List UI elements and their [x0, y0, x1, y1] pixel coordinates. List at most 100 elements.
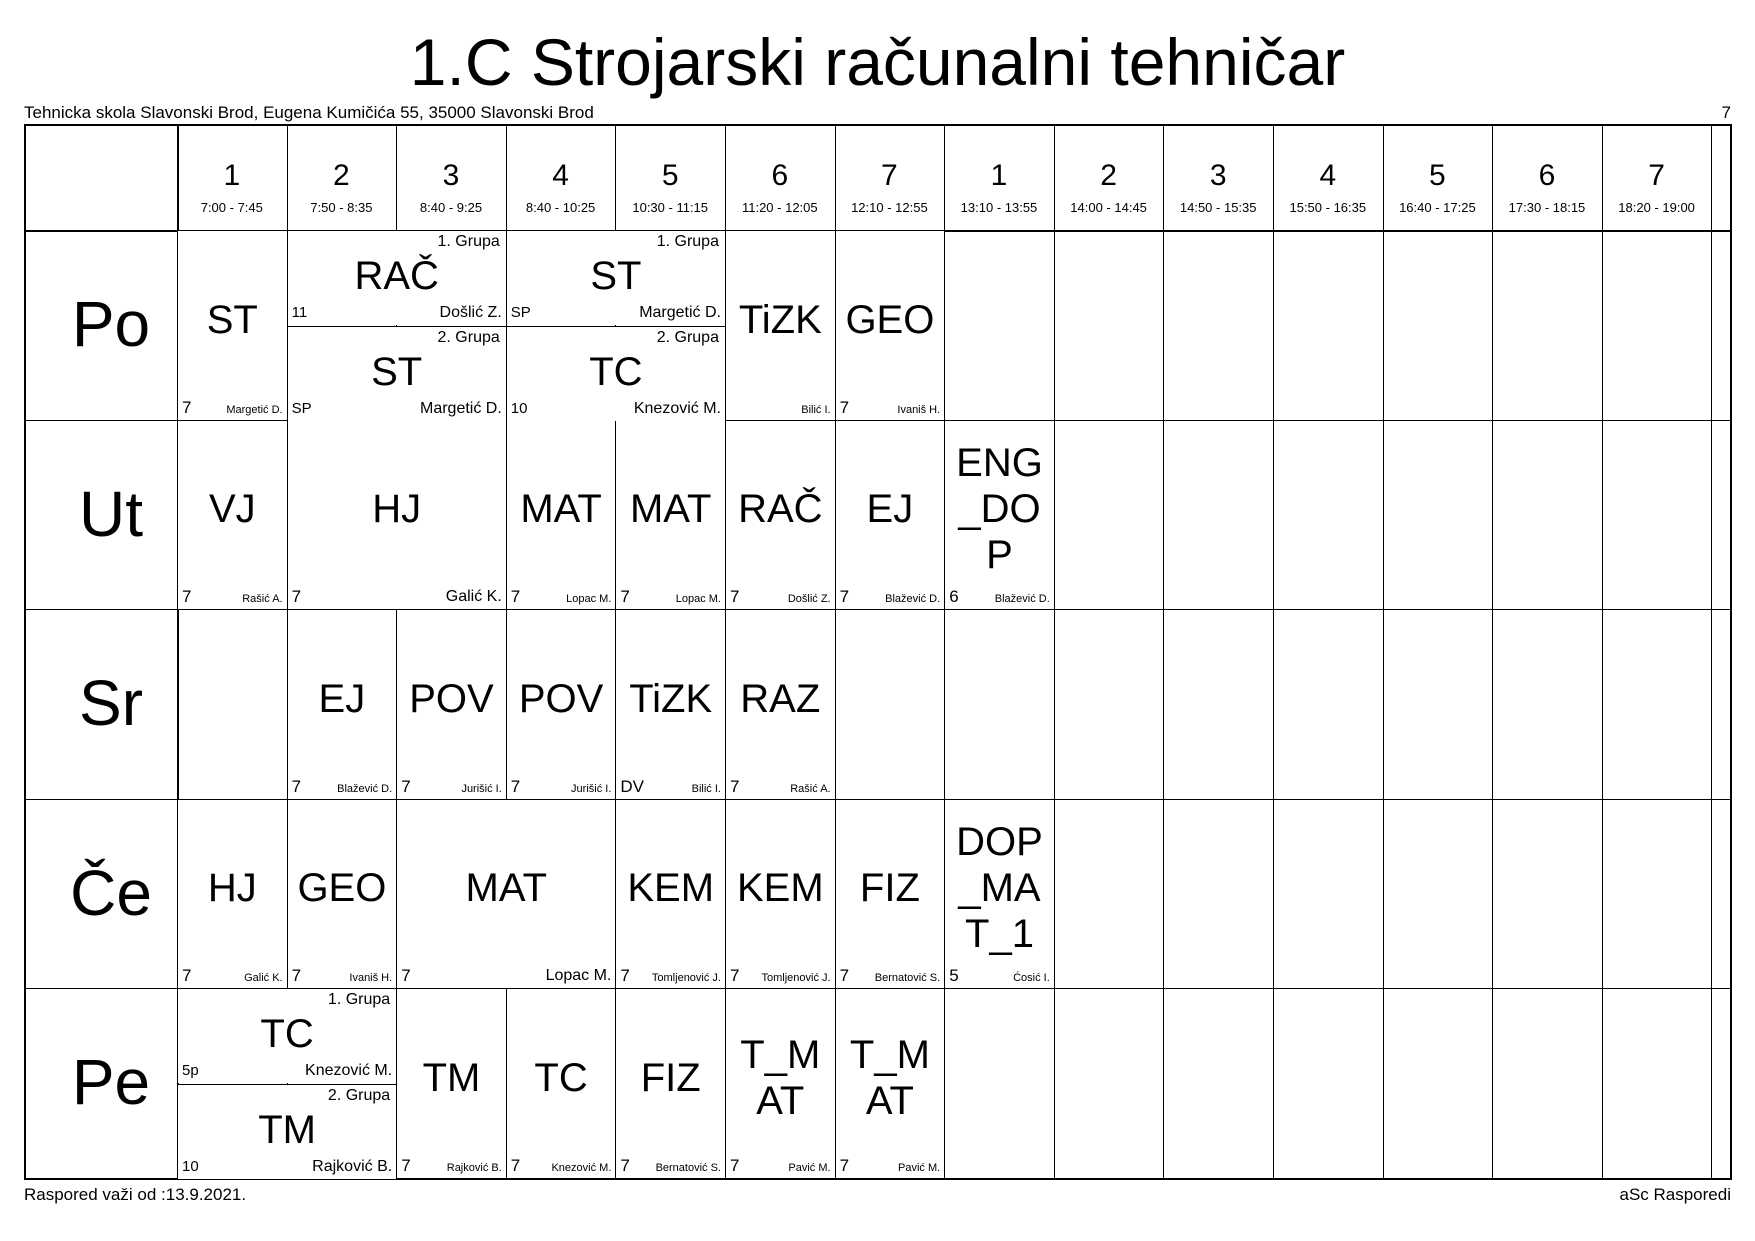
period-time: 14:00 - 14:45 — [1070, 200, 1147, 215]
lesson-cell[interactable]: TC 1. Grupa 5p Knezović M. — [178, 989, 397, 1083]
subject-line: AT — [865, 1078, 914, 1123]
lesson-subject: EJ — [836, 486, 945, 532]
subject-line: EJ — [318, 676, 366, 721]
group-label: 1. Grupa — [437, 233, 500, 250]
lesson-cell[interactable]: EJ 7 Blažević D. — [287, 610, 397, 799]
generator-credit: aSc Rasporedi — [1619, 1185, 1731, 1204]
subject-line: T_1 — [965, 912, 1034, 957]
subject-line: HJ — [207, 866, 257, 911]
lesson-subject: TC — [507, 351, 725, 393]
teacher-label: Margetić D. — [419, 399, 502, 417]
teacher-label: Lopac M. — [545, 967, 612, 984]
teacher-label: Blažević D. — [994, 593, 1050, 605]
teacher-label: Lopac M. — [566, 593, 612, 605]
subject-line: GEO — [297, 866, 387, 911]
period-header: 7 18:20 - 19:00 — [1602, 126, 1712, 230]
lesson-cell[interactable]: TC 7 Knezović M. — [506, 989, 616, 1178]
page-title: 1.C Strojarski računalni tehničar — [409, 25, 1346, 99]
period-header: 5 10:30 - 11:15 — [615, 126, 725, 230]
subject-line: T_M — [740, 1032, 821, 1077]
subject-line: P — [986, 533, 1013, 578]
lesson-cell[interactable]: TiZK DV Bilić I. — [616, 610, 725, 799]
lesson-cell[interactable]: TM 7 Rajković B. — [397, 989, 506, 1178]
group-label: 2. Grupa — [656, 328, 719, 346]
teacher-label: Rajković B. — [446, 1161, 502, 1174]
lesson-cell[interactable]: HJ 7 Galić K. — [178, 799, 287, 988]
lesson-cell[interactable]: TM 2. Grupa 10 Rajković B. — [178, 1083, 397, 1179]
period-header: 6 17:30 - 18:15 — [1492, 126, 1602, 230]
lesson-cell[interactable]: TiZK Bilić I. — [726, 231, 835, 420]
lesson-cell[interactable]: FIZ 7 Bernatović S. — [616, 989, 725, 1178]
lesson-cell[interactable]: HJ 7 Galić K. — [287, 420, 506, 609]
period-time: 10:30 - 11:15 — [632, 200, 709, 215]
room-label: 7 — [401, 966, 411, 985]
room-label: 7 — [839, 1155, 850, 1175]
lesson-cell[interactable]: ST 7 Margetić D. — [178, 231, 287, 420]
teacher-label: Ćosić I. — [1013, 972, 1050, 984]
lesson-cell[interactable]: DOP _MA T_1 5 Ćosić I. — [945, 799, 1054, 988]
teacher-label: Galić K. — [244, 972, 283, 984]
room-label: 7 — [620, 1155, 630, 1175]
lesson-cell[interactable]: FIZ 7 Bernatović S. — [835, 799, 945, 988]
room-label: 7 — [401, 1155, 411, 1175]
lesson-cell[interactable]: VJ 7 Rašić A. — [178, 420, 287, 609]
teacher-label: Blažević D. — [885, 593, 941, 605]
teacher-label: Došlić Z. — [787, 593, 831, 605]
subject-line: MAT — [629, 487, 712, 532]
period-number: 7 — [881, 159, 898, 192]
lesson-cell[interactable]: EJ 7 Blažević D. — [835, 420, 945, 609]
period-time: 15:50 - 16:35 — [1289, 200, 1367, 215]
period-number: 2 — [1100, 159, 1117, 192]
subject-line: POV — [409, 676, 494, 721]
room-label: 6 — [949, 587, 959, 606]
teacher-label: Rašić A. — [242, 593, 283, 605]
room-label: 7 — [182, 397, 192, 417]
period-header: 5 16:40 - 17:25 — [1383, 126, 1493, 230]
subject-line: EJ — [866, 487, 914, 532]
lesson-subject: MAT — [616, 486, 725, 532]
lesson-subject: T_M AT — [836, 1032, 945, 1124]
period-time: 7:50 - 8:35 — [310, 200, 373, 215]
lesson-cell[interactable]: POV 7 Jurišić I. — [397, 610, 506, 799]
lesson-cell[interactable]: RAČ 7 Došlić Z. — [726, 420, 835, 609]
lesson-cell[interactable]: GEO 7 Ivaniš H. — [287, 799, 397, 988]
lesson-cell[interactable]: RAZ 7 Rašić A. — [726, 610, 835, 799]
lesson-cell[interactable]: T_M AT 7 Pavić M. — [835, 989, 945, 1178]
subject-line: ST — [206, 297, 258, 342]
lesson-cell[interactable]: ENG _DO P 6 Blažević D. — [945, 420, 1054, 609]
room-label: 7 — [291, 966, 302, 985]
teacher-label: Margetić D. — [639, 303, 721, 321]
lesson-cell[interactable]: TC 2. Grupa 10 Knezović M. — [506, 325, 725, 421]
lesson-subject: ST — [288, 351, 506, 393]
lesson-cell[interactable]: GEO 7 Ivaniš H. — [835, 231, 945, 420]
subject-line: POV — [518, 676, 604, 721]
subject-line: TM — [258, 1108, 316, 1153]
room-label: 11 — [291, 303, 308, 321]
lesson-cell[interactable]: MAT 7 Lopac M. — [397, 799, 616, 988]
subject-line: ST — [590, 254, 642, 299]
lesson-cell[interactable]: MAT 7 Lopac M. — [506, 420, 616, 609]
lesson-cell[interactable]: ST 2. Grupa SP Margetić D. — [287, 325, 506, 421]
lesson-subject: RAZ — [726, 676, 835, 722]
room-label: 7 — [291, 776, 302, 796]
lesson-cell[interactable]: KEM 7 Tomljenović J. — [726, 799, 835, 988]
room-label: SP — [510, 303, 531, 321]
lesson-subject: RAČ — [288, 255, 506, 297]
lesson-subject: POV — [507, 676, 616, 722]
subject-line: TC — [534, 1055, 588, 1100]
lesson-subject: TiZK — [726, 297, 835, 343]
group-label: 2. Grupa — [327, 1086, 391, 1104]
lesson-cell[interactable]: POV 7 Jurišić I. — [506, 610, 616, 799]
lesson-cell[interactable]: T_M AT 7 Pavić M. — [726, 989, 835, 1178]
subject-line: FIZ — [640, 1055, 701, 1100]
room-label: 7 — [839, 397, 850, 417]
room-label: 10 — [510, 399, 528, 417]
lesson-cell[interactable]: RAČ 1. Grupa 11 Došlić Z. — [287, 231, 506, 325]
lesson-cell[interactable]: ST 1. Grupa SP Margetić D. — [506, 231, 725, 325]
period-number: 2 — [333, 159, 350, 192]
lesson-subject: ST — [507, 255, 725, 297]
grid-vline — [1601, 126, 1603, 1178]
lesson-cell[interactable]: KEM 7 Tomljenović J. — [616, 799, 725, 988]
lesson-cell[interactable]: MAT 7 Lopac M. — [616, 420, 725, 609]
day-label: Sr — [79, 667, 143, 739]
